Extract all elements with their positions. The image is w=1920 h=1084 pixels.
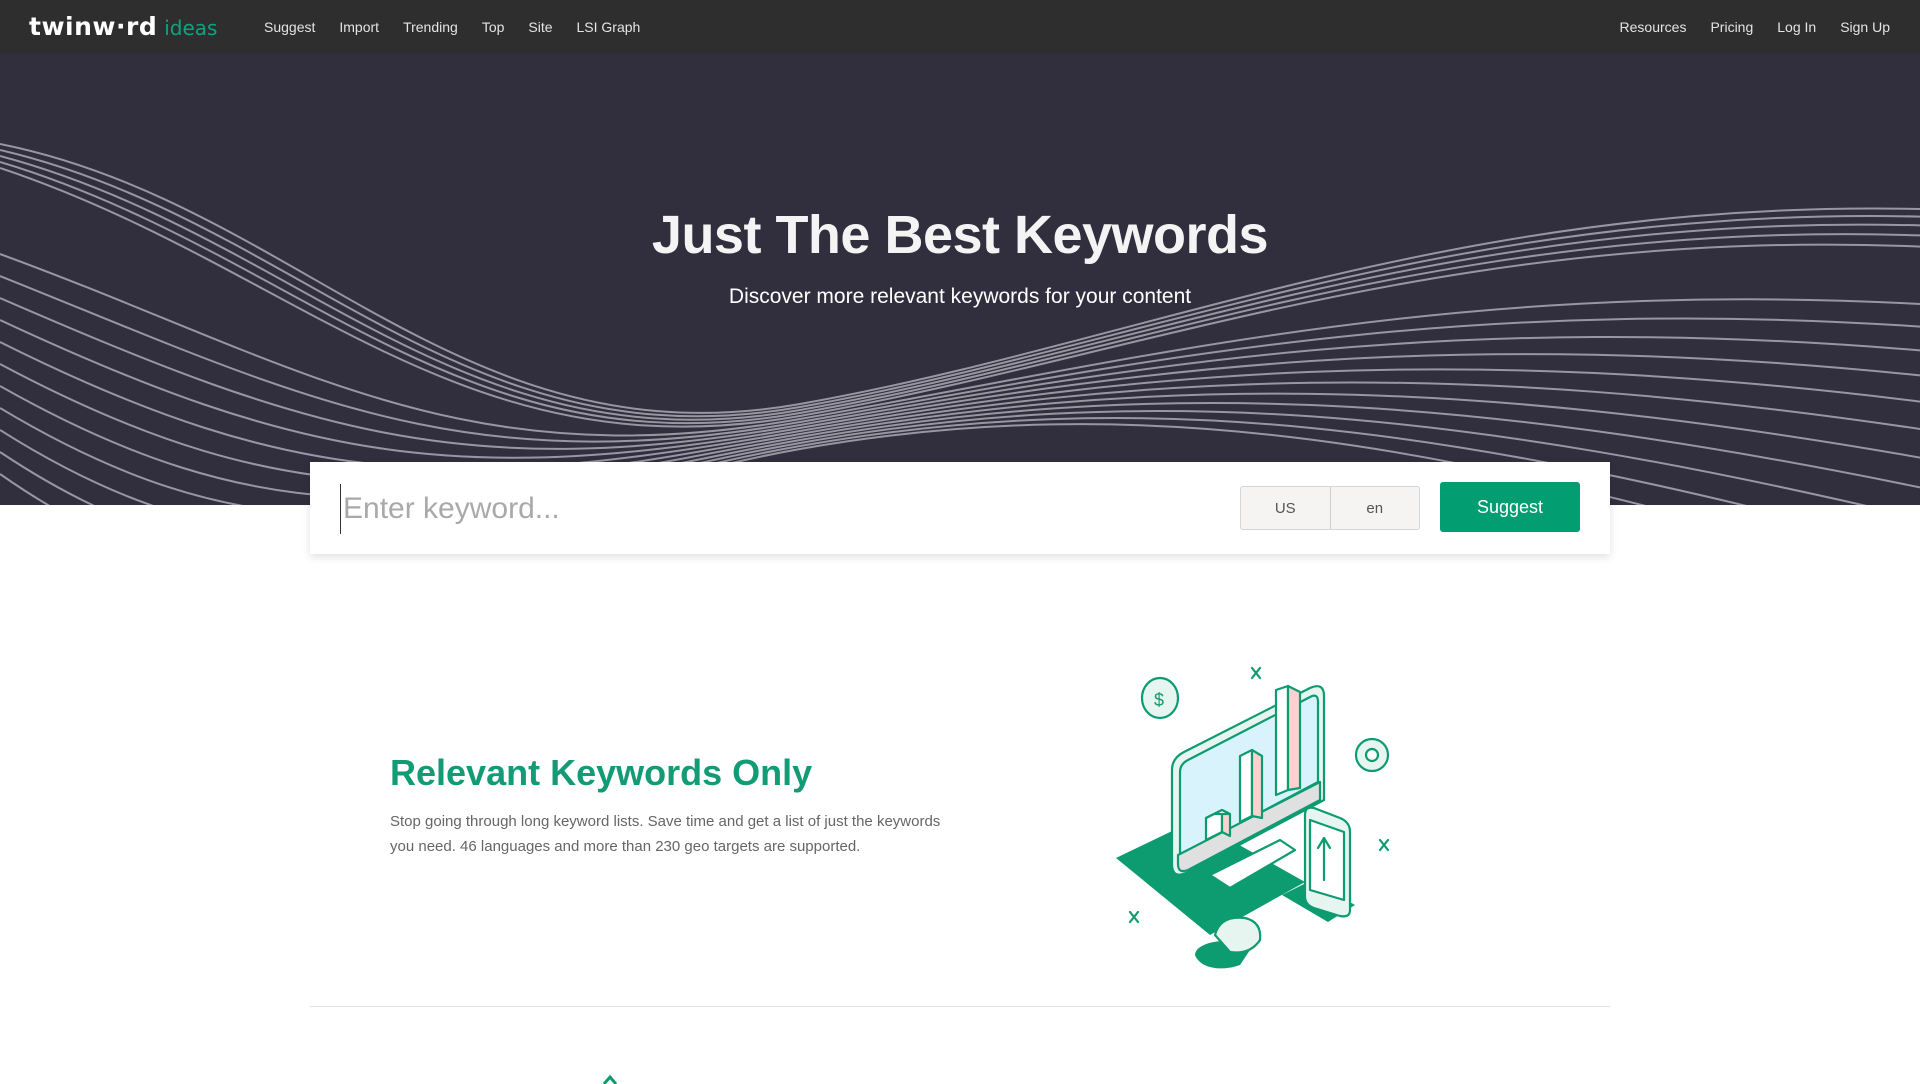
nav-lsi-graph[interactable]: LSI Graph	[577, 19, 641, 35]
nav-top[interactable]: Top	[482, 19, 505, 35]
analytics-desktop-illustration: $	[1116, 666, 1390, 969]
next-feature-icon	[602, 1074, 618, 1084]
logo-wordmark: twinw·rd	[29, 12, 158, 41]
phone-screen	[1308, 818, 1346, 902]
nav-trending[interactable]: Trending	[403, 19, 458, 35]
nav-site[interactable]: Site	[528, 19, 552, 35]
primary-nav: Suggest Import Trending Top Site LSI Gra…	[264, 0, 664, 54]
keyword-search-card: US en Suggest	[310, 462, 1610, 554]
nav-pricing[interactable]: Pricing	[1710, 19, 1753, 35]
bar-tall	[1274, 684, 1290, 797]
nav-import[interactable]: Import	[339, 19, 379, 35]
wave-lines-background	[0, 143, 1920, 505]
feature-title: Relevant Keywords Only	[390, 752, 813, 793]
top-navbar: twinw·rd ideas Suggest Import Trending T…	[0, 0, 1920, 54]
nav-log-in[interactable]: Log In	[1777, 19, 1816, 35]
hero-subtitle: Discover more relevant keywords for your…	[728, 285, 1192, 308]
bar-tall-side	[1286, 684, 1302, 792]
bar-mid-side	[1250, 748, 1264, 820]
keyword-input[interactable]	[340, 484, 1220, 534]
nav-resources[interactable]: Resources	[1620, 19, 1687, 35]
bar-mid	[1238, 748, 1254, 824]
dollar-icon: $	[1154, 690, 1164, 710]
sparkle-icon	[1128, 910, 1140, 924]
locale-selector: US en	[1240, 486, 1420, 530]
wave-line	[0, 341, 1920, 470]
language-select[interactable]: en	[1329, 487, 1420, 529]
sparkle-icon	[1378, 838, 1390, 852]
logo[interactable]: twinw·rd ideas	[29, 12, 217, 42]
logo-subtitle: ideas	[164, 16, 218, 40]
suggest-button[interactable]: Suggest	[1440, 482, 1580, 532]
section-divider	[310, 1006, 1610, 1007]
country-select[interactable]: US	[1241, 487, 1330, 529]
hero-title: Just The Best Keywords	[651, 205, 1269, 265]
nav-suggest[interactable]: Suggest	[264, 19, 315, 35]
sparkle-icon	[1250, 666, 1262, 680]
feature-description: Stop going through long keyword lists. S…	[390, 813, 941, 855]
account-nav: Resources Pricing Log In Sign Up	[1596, 0, 1890, 54]
hero-section: Just The Best Keywords Discover more rel…	[0, 54, 1920, 505]
nav-sign-up[interactable]: Sign Up	[1840, 19, 1890, 35]
